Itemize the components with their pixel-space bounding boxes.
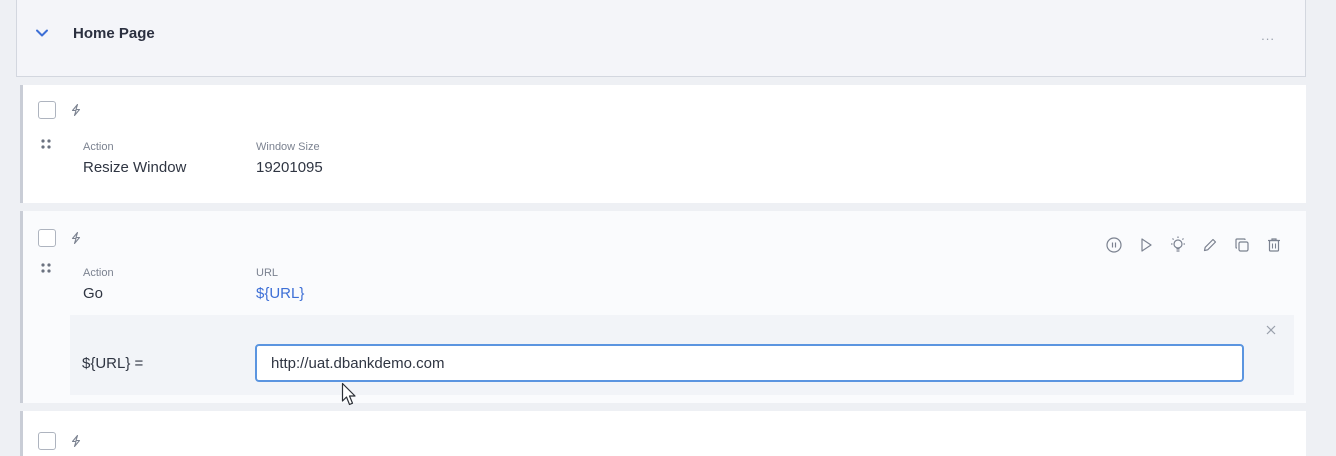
- mouse-cursor-icon: [341, 382, 359, 408]
- chevron-down-icon[interactable]: [35, 26, 49, 40]
- variable-value-input[interactable]: [255, 344, 1244, 382]
- action-label: Action: [83, 141, 114, 153]
- section-title: Home Page: [73, 25, 155, 42]
- close-icon[interactable]: [1264, 323, 1278, 337]
- drag-handle-icon[interactable]: [41, 138, 51, 154]
- variable-panel: ${URL} =: [70, 315, 1294, 395]
- step-checkbox[interactable]: [38, 432, 56, 450]
- section-header: Home Page ...: [16, 0, 1306, 77]
- action-label: Action: [83, 267, 114, 279]
- test-step: [20, 411, 1306, 456]
- action-value: Resize Window: [83, 159, 187, 176]
- more-options-icon[interactable]: ...: [1261, 28, 1275, 43]
- action-value: Go: [83, 285, 104, 302]
- drag-handle-icon[interactable]: [41, 262, 51, 278]
- bulb-icon[interactable]: [1166, 233, 1190, 257]
- test-step: Action Resize Window Window Size 1920109…: [20, 85, 1306, 203]
- param-value-link[interactable]: ${URL}: [256, 285, 304, 302]
- variable-name-label: ${URL} =: [82, 355, 144, 372]
- pause-icon[interactable]: [1102, 233, 1126, 257]
- param-value: 19201095: [256, 159, 323, 176]
- step-checkbox[interactable]: [38, 229, 56, 247]
- copy-icon[interactable]: [1230, 233, 1254, 257]
- bolt-icon: [69, 434, 83, 448]
- param-label: Window Size: [256, 141, 320, 153]
- bolt-icon: [69, 231, 83, 245]
- test-step: Action Go URL ${URL} ${URL} =: [20, 211, 1306, 403]
- edit-icon[interactable]: [1198, 233, 1222, 257]
- play-icon[interactable]: [1134, 233, 1158, 257]
- delete-icon[interactable]: [1262, 233, 1286, 257]
- bolt-icon: [69, 103, 83, 117]
- step-checkbox[interactable]: [38, 101, 56, 119]
- param-label: URL: [256, 267, 279, 279]
- step-toolbar: [1102, 233, 1286, 257]
